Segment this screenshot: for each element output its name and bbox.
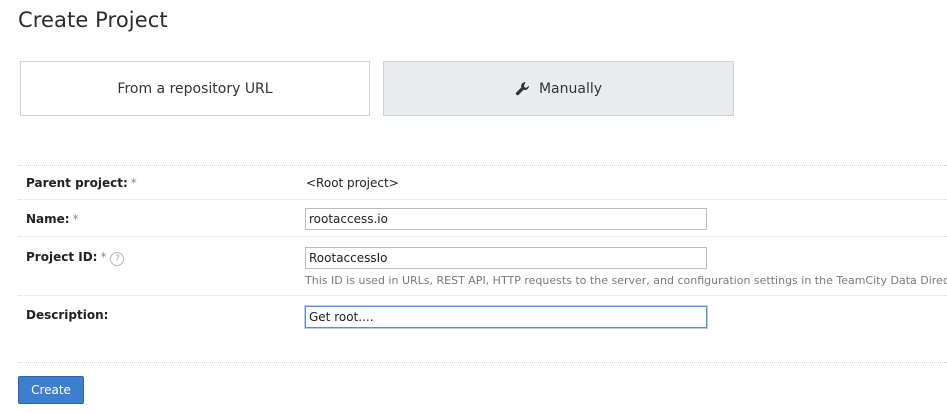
create-project-page: Create Project From a repository URL Man… <box>0 0 947 413</box>
project-id-row: Project ID:*? This ID is used in URLs, R… <box>18 237 947 296</box>
tab-manually[interactable]: Manually <box>383 61 734 116</box>
question-circle-icon[interactable]: ? <box>110 252 125 266</box>
tab-from-repository-url-label: From a repository URL <box>117 80 273 97</box>
page-title: Create Project <box>18 8 168 32</box>
project-id-hint: This ID is used in URLs, REST API, HTTP … <box>305 274 947 287</box>
create-button[interactable]: Create <box>18 376 84 404</box>
name-label: Name: * <box>26 212 79 226</box>
tab-manually-label: Manually <box>538 80 603 97</box>
required-marker: * <box>100 250 107 264</box>
project-id-field[interactable] <box>305 247 707 269</box>
tab-from-repository-url[interactable]: From a repository URL <box>20 61 370 116</box>
project-id-label: Project ID: *? <box>26 250 125 266</box>
parent-project-label: Parent project: * <box>26 176 137 190</box>
parent-project-row: Parent project: * <Root project> <box>18 166 947 200</box>
project-form: Parent project:* <Root project> Name:* P… <box>18 165 947 363</box>
description-row: Description: <box>18 296 947 362</box>
required-marker: * <box>130 176 137 190</box>
wrench-icon <box>515 81 531 97</box>
required-marker: * <box>72 212 79 226</box>
description-label: Description: <box>26 308 109 322</box>
name-row: Name: * <box>18 200 947 237</box>
description-field[interactable] <box>305 306 707 328</box>
name-field[interactable] <box>305 208 707 230</box>
parent-project-value: <Root project> <box>306 176 399 190</box>
